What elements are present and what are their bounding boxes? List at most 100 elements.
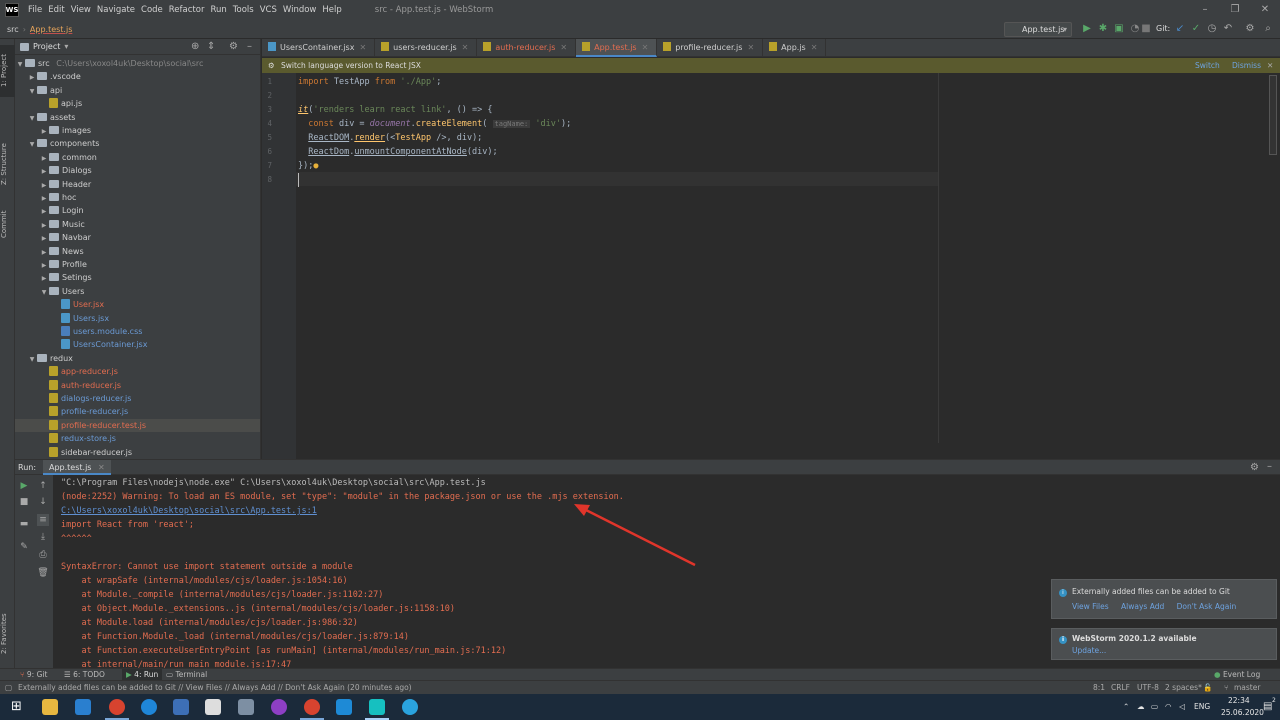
store-icon[interactable] bbox=[75, 699, 91, 715]
menu-file[interactable]: File bbox=[25, 5, 45, 15]
expand-arrow-icon[interactable]: ▼ bbox=[27, 85, 37, 98]
close-icon[interactable]: ✕ bbox=[1267, 58, 1273, 73]
tree-folder[interactable]: ▶ hoc bbox=[15, 191, 260, 205]
tab-structure-vertical[interactable]: Z: Structure bbox=[0, 139, 15, 189]
tree-folder[interactable]: ▶ images bbox=[15, 124, 260, 138]
expand-arrow-icon[interactable]: ▶ bbox=[39, 152, 49, 165]
scroll-down-icon[interactable]: ↓ bbox=[37, 496, 49, 508]
minimize-icon[interactable]: – bbox=[1190, 0, 1220, 20]
expand-arrow-icon[interactable]: ▶ bbox=[39, 259, 49, 272]
menu-refactor[interactable]: Refactor bbox=[166, 5, 208, 15]
tree-file[interactable]: Users.jsx bbox=[15, 312, 260, 325]
expand-arrow-icon[interactable]: ▶ bbox=[39, 272, 49, 285]
rerun-icon[interactable]: ▶ bbox=[18, 480, 30, 492]
expand-arrow-icon[interactable]: ▼ bbox=[27, 112, 37, 125]
calculator-icon[interactable] bbox=[205, 699, 221, 715]
git-update-icon[interactable]: ↙ bbox=[1174, 23, 1186, 35]
scrollbar-thumb[interactable] bbox=[1269, 75, 1277, 155]
view-files-link[interactable]: View Files bbox=[1072, 602, 1109, 611]
clock-date[interactable]: 25.06.2020 bbox=[1221, 708, 1264, 717]
expand-arrow-icon[interactable]: ▶ bbox=[39, 246, 49, 259]
file-explorer-icon[interactable] bbox=[42, 699, 58, 715]
indent-setting[interactable]: 2 spaces* bbox=[1165, 681, 1202, 694]
tree-file[interactable]: auth-reducer.js bbox=[15, 379, 260, 392]
always-add-link[interactable]: Always Add bbox=[1121, 602, 1164, 611]
run-tab[interactable]: App.test.js ✕ bbox=[43, 460, 111, 475]
run-config-selector[interactable]: App.test.js ▾ bbox=[1004, 22, 1072, 37]
tree-folder[interactable]: ▼ api bbox=[15, 84, 260, 98]
menu-view[interactable]: View bbox=[68, 5, 94, 15]
menu-edit[interactable]: Edit bbox=[45, 5, 67, 15]
expand-arrow-icon[interactable]: ▶ bbox=[27, 71, 37, 84]
expand-arrow-icon[interactable]: ▼ bbox=[39, 286, 49, 299]
chrome-profile-icon[interactable] bbox=[304, 699, 320, 715]
line-separator[interactable]: CRLF bbox=[1111, 681, 1130, 694]
soft-wrap-icon[interactable]: ≡ bbox=[37, 514, 49, 526]
close-icon[interactable]: ✕ bbox=[560, 43, 567, 52]
expand-arrow-icon[interactable]: ▶ bbox=[39, 125, 49, 138]
photos-icon[interactable] bbox=[238, 699, 254, 715]
status-message[interactable]: Externally added files can be added to G… bbox=[18, 681, 412, 694]
coverage-icon[interactable]: ▣ bbox=[1113, 23, 1125, 35]
tree-folder[interactable]: ▶ Dialogs bbox=[15, 164, 260, 177]
locate-icon[interactable]: ⊕ bbox=[191, 41, 199, 52]
trash-icon[interactable]: 🗑 bbox=[37, 567, 49, 579]
tree-file[interactable]: User.jsx bbox=[15, 298, 260, 311]
pin-icon[interactable]: ✎ bbox=[18, 541, 30, 553]
menu-code[interactable]: Code bbox=[138, 5, 166, 15]
expand-arrow-icon[interactable]: ▼ bbox=[27, 353, 37, 366]
expand-arrow-icon[interactable]: ▶ bbox=[39, 179, 49, 192]
close-icon[interactable]: ✕ bbox=[642, 43, 649, 52]
stop-icon[interactable]: ■ bbox=[1140, 23, 1152, 35]
stop-icon[interactable]: ■ bbox=[18, 496, 30, 508]
menu-run[interactable]: Run bbox=[207, 5, 229, 15]
print-icon[interactable]: ⎙ bbox=[37, 549, 49, 561]
tray-up-arrow-icon[interactable]: ⌃ bbox=[1123, 702, 1129, 711]
file-encoding[interactable]: UTF-8 bbox=[1137, 681, 1159, 694]
tree-file[interactable]: api.js bbox=[15, 97, 260, 110]
vscode-icon[interactable] bbox=[336, 699, 352, 715]
clock-time[interactable]: 22:34 bbox=[1228, 696, 1250, 705]
tree-folder[interactable]: ▶ Navbar bbox=[15, 231, 260, 244]
close-icon[interactable]: ✕ bbox=[359, 43, 366, 52]
scroll-up-icon[interactable]: ↑ bbox=[37, 480, 49, 492]
battery-icon[interactable]: ▭ bbox=[1151, 702, 1158, 711]
lock-icon[interactable]: 🔓 bbox=[1203, 681, 1212, 694]
language-indicator[interactable]: ENG bbox=[1194, 702, 1210, 711]
expand-arrow-icon[interactable]: ▼ bbox=[27, 138, 37, 151]
git-branch[interactable]: master bbox=[1234, 681, 1260, 694]
webstorm-logo-icon[interactable]: WS bbox=[5, 3, 19, 17]
search-icon[interactable]: ⌕ bbox=[1262, 23, 1274, 35]
tree-folder[interactable]: ▶ Music bbox=[15, 218, 260, 232]
save-app-icon[interactable] bbox=[173, 699, 189, 715]
tree-file[interactable]: dialogs-reducer.js bbox=[15, 392, 260, 405]
hide-panel-icon[interactable]: – bbox=[1267, 461, 1272, 472]
tree-folder[interactable]: ▶ Header bbox=[15, 178, 260, 192]
menu-window[interactable]: Window bbox=[280, 5, 320, 15]
tree-folder[interactable]: ▶ Login bbox=[15, 204, 260, 217]
editor-tab[interactable]: App.test.js ✕ bbox=[576, 39, 658, 57]
expand-arrow-icon[interactable]: ▶ bbox=[39, 219, 49, 232]
debug-icon[interactable]: ✱ bbox=[1097, 23, 1109, 35]
tree-file[interactable]: profile-reducer.js bbox=[15, 405, 260, 418]
layout-icon[interactable]: ▬ bbox=[18, 518, 30, 530]
breadcrumb-src[interactable]: src bbox=[7, 25, 19, 34]
tree-folder[interactable]: ▼ components bbox=[15, 137, 260, 151]
dont-ask-again-link[interactable]: Don't Ask Again bbox=[1177, 602, 1237, 611]
editor-tab[interactable]: UsersContainer.jsx ✕ bbox=[262, 39, 376, 57]
menu-help[interactable]: Help bbox=[319, 5, 344, 15]
editor-tab[interactable]: profile-reducer.js ✕ bbox=[657, 39, 764, 57]
expand-arrow-icon[interactable]: ▶ bbox=[39, 192, 49, 205]
hide-panel-icon[interactable]: – bbox=[247, 41, 252, 52]
tree-folder[interactable]: ▶ Profile bbox=[15, 258, 260, 272]
caret-position[interactable]: 8:1 bbox=[1093, 681, 1105, 694]
project-panel-title[interactable]: Project bbox=[33, 42, 60, 51]
expand-arrow-icon[interactable]: ▼ bbox=[15, 58, 25, 71]
tree-file[interactable]: sidebar-reducer.js bbox=[15, 446, 260, 459]
tree-folder[interactable]: ▶ .vscode bbox=[15, 70, 260, 84]
banner-dismiss-link[interactable]: Dismiss bbox=[1232, 58, 1261, 73]
tab-project-vertical[interactable]: 1: Project bbox=[0, 45, 15, 97]
editor-tab[interactable]: auth-reducer.js ✕ bbox=[477, 39, 577, 57]
menu-vcs[interactable]: VCS bbox=[257, 5, 280, 15]
tab-commit-vertical[interactable]: Commit bbox=[0, 204, 15, 244]
